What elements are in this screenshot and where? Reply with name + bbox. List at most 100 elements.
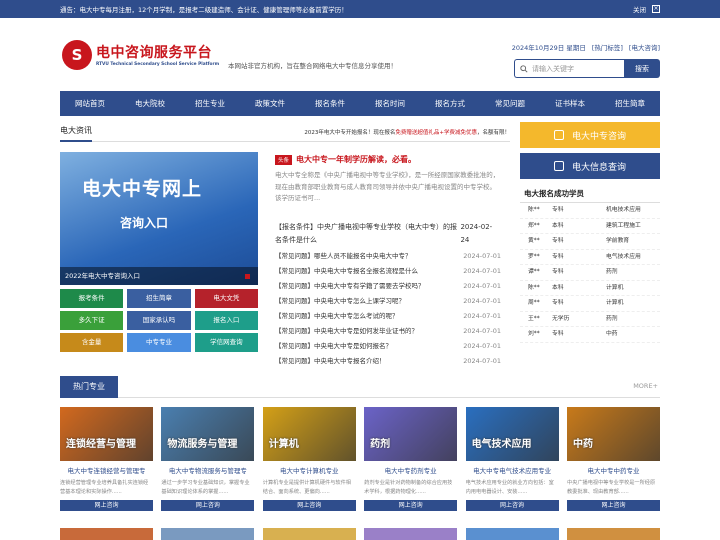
major-image[interactable]: 物流服务与管理 — [161, 407, 255, 461]
news-section-header: 电大资讯 2023年电大中专开始报名！现在报名免费赠送超值礼品+学费减免优惠，名… — [60, 122, 510, 142]
hot-tags-link[interactable]: [热门标签] — [592, 42, 623, 52]
nav-item-policy[interactable]: 政策文件 — [240, 91, 300, 116]
news-title[interactable]: 【报名条件】中央广播电视中等专业学校（电大中专）的报名条件是什么 — [275, 221, 460, 249]
news-item[interactable]: 【常见问题】中央电大中专报名介绍！ 2024-07-01 — [275, 354, 501, 369]
query-button[interactable]: 电大信息查询 — [520, 153, 660, 179]
banner-caption[interactable]: 2022年电大中专咨询入口 — [60, 267, 258, 285]
news-item[interactable]: 【报名条件】中央广播电视中等专业学校（电大中专）的报名条件是什么 2024-02-… — [275, 221, 501, 249]
quick-link[interactable]: 多久下证 — [60, 311, 124, 330]
news-date: 2024-07-01 — [463, 252, 501, 260]
major-consult-button[interactable]: 网上咨询 — [262, 500, 356, 511]
major-image[interactable]: 药剂 — [364, 407, 458, 461]
major-name[interactable]: 电大中专连锁经营与管理专 — [60, 465, 153, 475]
nav-item-conditions[interactable]: 报名条件 — [300, 91, 360, 116]
major-image[interactable]: 中药 — [566, 407, 660, 461]
major-thumb[interactable] — [364, 528, 458, 540]
news-title[interactable]: 【常见问题】中央电大中专有学籍了需要去学校吗？ — [275, 279, 425, 294]
nav-item-certificate[interactable]: 证书样本 — [540, 91, 600, 116]
major-desc: 通过一步学习专业基础知识，掌握专业基础知识理论体系的掌握...... — [161, 480, 250, 495]
banner-slide[interactable]: 电大中专网上 咨询入口 2022年电大中专咨询入口 — [60, 152, 258, 285]
quick-link[interactable]: 国家承认吗 — [127, 311, 191, 330]
notice-bar: 通告：电大中专每月注册，12个月学制，是报考二级建造师、会计证、健康管理师等必备… — [0, 0, 720, 18]
site-subtitle: RTVU Technical Secondary School Service … — [96, 62, 220, 67]
news-item[interactable]: 【常见问题】哪些人员不能报名中央电大中专？ 2024-07-01 — [275, 249, 501, 264]
major-consult-button[interactable]: 网上咨询 — [161, 500, 255, 511]
quick-link[interactable]: 中专专业 — [127, 333, 191, 352]
major-name[interactable]: 电大中专电气技术应用专业 — [466, 465, 559, 475]
quick-link[interactable]: 电大文凭 — [194, 289, 258, 308]
news-ticker[interactable]: 2023年电大中专开始报名！现在报名免费赠送超值礼品+学费减免优惠，名额有限！ — [304, 128, 510, 136]
close-icon[interactable]: × — [652, 5, 660, 13]
major-consult-button[interactable]: 网上咨询 — [465, 500, 559, 511]
news-title[interactable]: 【常见问题】中央电大中专怎么上课学习呢？ — [275, 294, 405, 309]
quick-link[interactable]: 招生简章 — [127, 289, 191, 308]
major-name[interactable]: 电大中专物流服务与管理专 — [161, 465, 254, 475]
hot-majors-header: 热门专业 MORE+ — [60, 376, 660, 398]
student-level: 专科 — [552, 238, 564, 244]
logo-icon[interactable]: S — [62, 40, 92, 70]
quick-link[interactable]: 含金量 — [60, 333, 124, 352]
news-item[interactable]: 【常见问题】中央电大中专怎么考试的呢？ 2024-07-01 — [275, 309, 501, 324]
major-name[interactable]: 电大中专计算机专业 — [263, 465, 356, 475]
news-item[interactable]: 【常见问题】中央电大中专是如何发毕业证书的？ 2024-07-01 — [275, 324, 501, 339]
news-title[interactable]: 【常见问题】中央电大中专怎么考试的呢？ — [275, 309, 399, 324]
major-card: 中药 电大中专中药专业 中央广播电视中等专业学校是一所经原教委批准、现由教育部...… — [566, 407, 660, 511]
student-level: 专科 — [552, 331, 564, 337]
query-button-label: 电大信息查询 — [571, 162, 626, 173]
major-desc: 计算机专业是提供计算机硬件与软件相结合、面向系统、更偏向...... — [262, 480, 351, 495]
search-input[interactable]: 请输入关键字 — [514, 59, 624, 78]
nav-item-majors[interactable]: 招生专业 — [180, 91, 240, 116]
slide-indicator[interactable] — [245, 274, 250, 279]
consult-link[interactable]: [电大咨询] — [629, 42, 660, 52]
major-image[interactable]: 电气技术应用 — [465, 407, 559, 461]
quick-link[interactable]: 报考条件 — [60, 289, 124, 308]
major-consult-button[interactable]: 网上咨询 — [566, 500, 660, 511]
search-button[interactable]: 搜索 — [624, 59, 660, 78]
news-item[interactable]: 【常见问题】中央电大中专有学籍了需要去学校吗？ 2024-07-01 — [275, 279, 501, 294]
news-title[interactable]: 【常见问题】中央电大中专是如何发毕业证书的？ — [275, 324, 418, 339]
headline[interactable]: 头条 电大中专一年制学历解读，必看。 — [275, 154, 416, 165]
news-date: 2024-07-01 — [463, 312, 501, 320]
news-item[interactable]: 【常见问题】中央电大中专报名全报名流程是什么 2024-07-01 — [275, 264, 501, 279]
headline-title[interactable]: 电大中专一年制学历解读，必看。 — [296, 154, 416, 165]
nav-item-method[interactable]: 报名方式 — [420, 91, 480, 116]
major-thumb[interactable] — [465, 528, 559, 540]
nav-item-time[interactable]: 报名时间 — [360, 91, 420, 116]
news-title[interactable]: 【常见问题】中央电大中专报名介绍！ — [275, 354, 386, 369]
nav-item-brochure[interactable]: 招生简章 — [600, 91, 660, 116]
news-title[interactable]: 【常见问题】哪些人员不能报名中央电大中专？ — [275, 249, 412, 264]
major-image[interactable]: 计算机 — [262, 407, 356, 461]
news-date: 2024-07-01 — [463, 267, 501, 275]
quick-link[interactable]: 报名入口 — [194, 311, 258, 330]
major-thumb[interactable] — [566, 528, 660, 540]
major-name[interactable]: 电大中专药剂专业 — [364, 465, 457, 475]
news-item[interactable]: 【常见问题】中央电大中专怎么上课学习呢？ 2024-07-01 — [275, 294, 501, 309]
news-title[interactable]: 【常见问题】中央电大中专报名全报名流程是什么 — [275, 264, 418, 279]
more-link[interactable]: MORE+ — [633, 382, 658, 390]
close-label[interactable]: 关闭 — [633, 4, 646, 14]
student-name: 周** — [528, 300, 540, 306]
quick-link[interactable]: 学信网查询 — [194, 333, 258, 352]
consult-button[interactable]: 电大中专咨询 — [520, 122, 660, 148]
news-item[interactable]: 【常见问题】中央电大中专是如何报名？ 2024-07-01 — [275, 339, 501, 354]
major-thumb[interactable] — [60, 528, 153, 540]
student-name: 黄** — [528, 238, 540, 244]
student-major: 计算机 — [606, 284, 624, 291]
site-title[interactable]: 电中咨询服务平台 — [96, 42, 212, 62]
main-nav: 网站首页 电大院校 招生专业 政策文件 报名条件 报名时间 报名方式 常见问题 … — [60, 91, 660, 116]
student-name: 罗** — [528, 253, 540, 260]
major-thumb[interactable] — [262, 528, 356, 540]
notice-close[interactable]: 关闭 × — [633, 4, 660, 14]
nav-item-schools[interactable]: 电大院校 — [120, 91, 180, 116]
major-thumb[interactable] — [161, 528, 255, 540]
news-title[interactable]: 【常见问题】中央电大中专是如何报名？ — [275, 339, 392, 354]
student-row: 刘** 专科 中药 — [520, 327, 660, 343]
major-name[interactable]: 电大中专中药专业 — [567, 465, 660, 475]
news-date: 2024-02-24 — [460, 223, 493, 244]
student-row: 罗** 专科 电气技术应用 — [520, 250, 660, 265]
major-consult-button[interactable]: 网上咨询 — [60, 500, 153, 511]
nav-item-home[interactable]: 网站首页 — [60, 91, 120, 116]
major-image[interactable]: 连锁经营与管理 — [60, 407, 153, 461]
major-consult-button[interactable]: 网上咨询 — [364, 500, 458, 511]
nav-item-faq[interactable]: 常见问题 — [480, 91, 540, 116]
